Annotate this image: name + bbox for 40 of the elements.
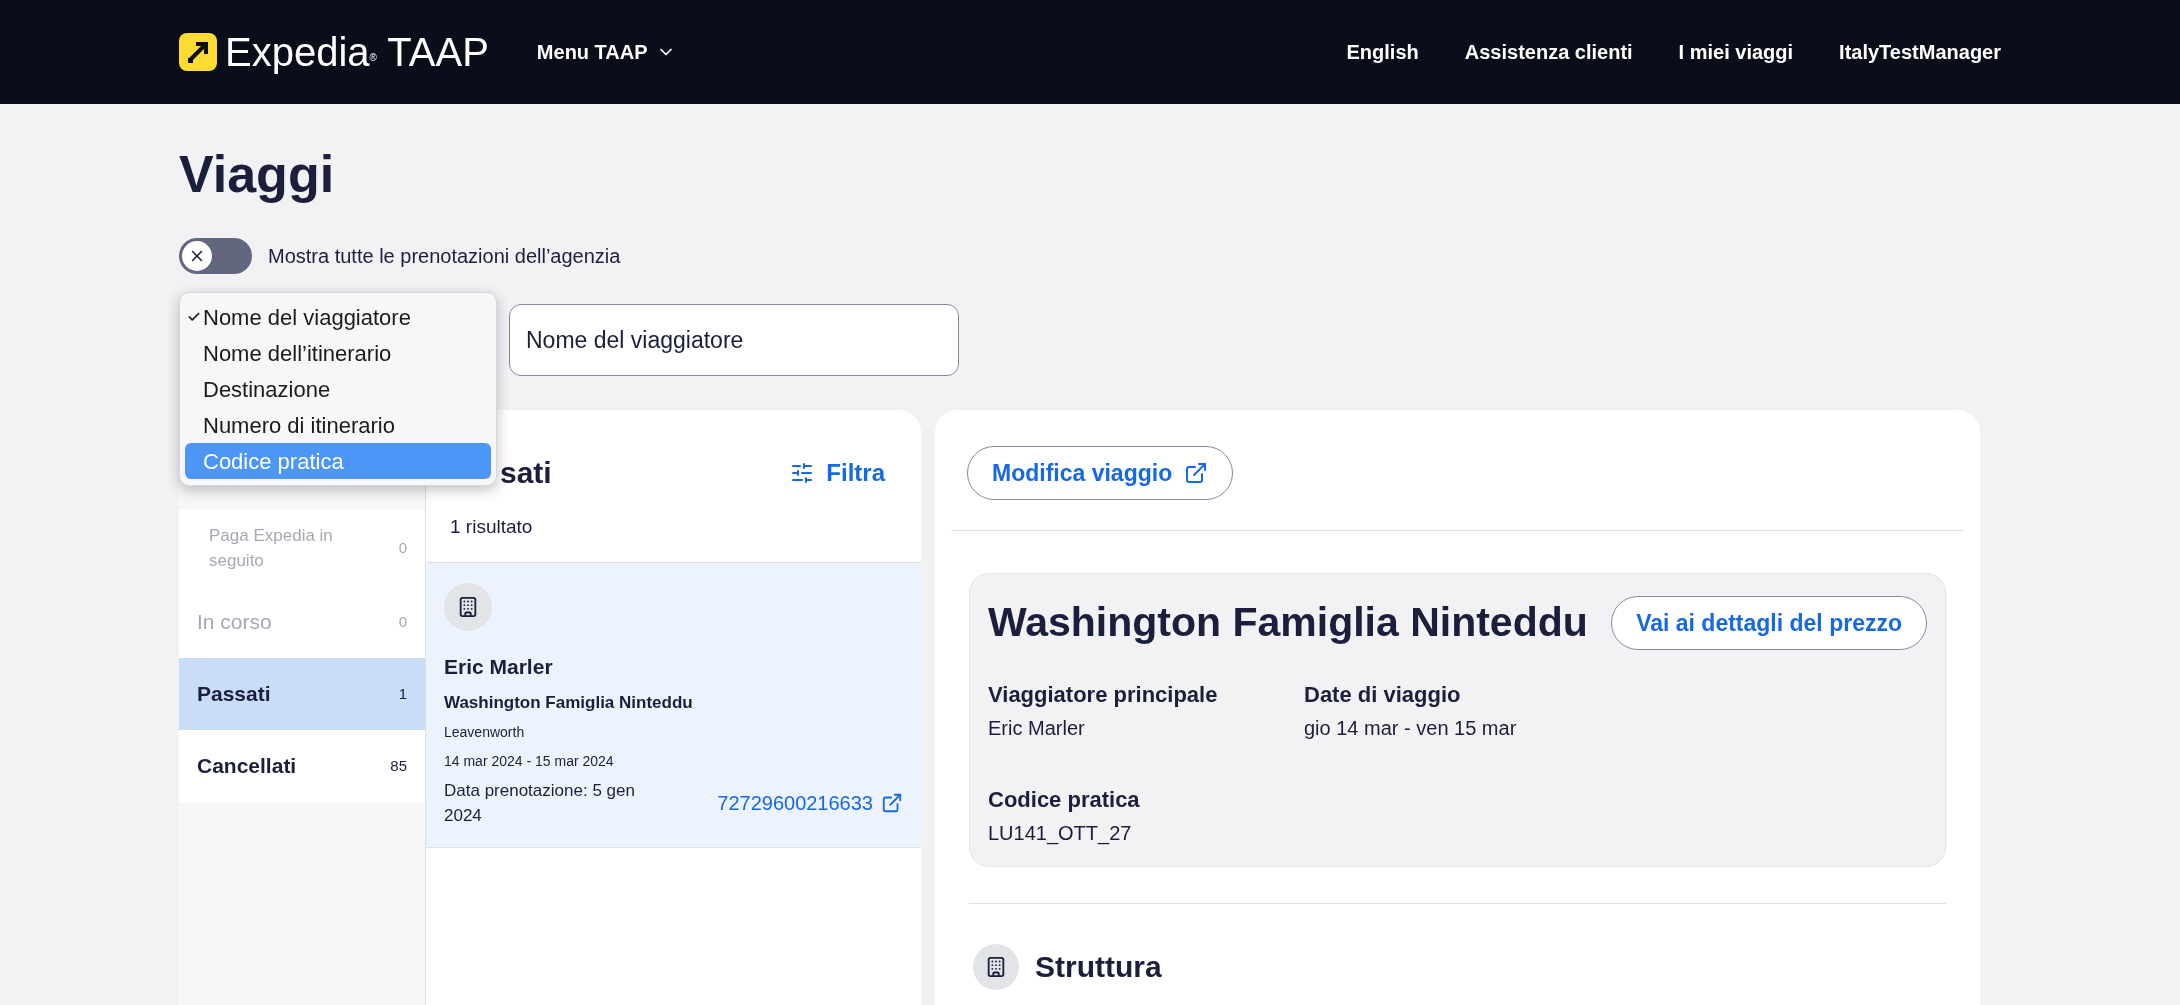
field-label: Date di viaggio [1304,680,1462,709]
external-link-icon [881,792,903,814]
nav-link[interactable]: Assistenza clienti [1464,37,1633,67]
agency-toggle[interactable] [179,238,252,274]
hotel-icon [973,943,1019,990]
nav-link[interactable]: I miei viaggi [1678,37,1794,67]
results-heading: sati [499,455,552,491]
menu-option[interactable]: Nome dell’itinerario [185,335,491,371]
sidebar-item[interactable]: Cancellati 85 [179,730,425,802]
trip-card[interactable]: Eric Marler Washington Famiglia Ninteddu Leavenworth 14 mar 2024 - 15 mar 2024 Data prenotazione: 5 gen 2024 72729600216633 [426,562,921,848]
booking-date: Data prenotazione: 5 gen 2024 [444,779,636,827]
menu-option[interactable]: Numero di itinerario [185,407,491,443]
toggle-label: Mostra tutte le prenotazioni dell’agenzia [268,244,621,269]
destination-text: Leavenworth [444,722,526,742]
field-label: Viaggiatore principale [988,680,1219,709]
search-field[interactable]: Nome del viaggiatore [509,304,959,376]
nav-link[interactable]: English [1346,37,1419,67]
hotel-icon [444,582,492,631]
trip-dates: 14 mar 2024 - 15 mar 2024 [444,751,615,771]
price-details-button[interactable]: Vai ai dettagli del prezzo [1611,595,1927,650]
logo-icon [179,33,217,71]
field-value: Eric Marler [988,715,1086,741]
check-icon [187,310,201,324]
field-label: Codice pratica [988,785,1141,814]
itinerary-link[interactable]: 72729600216633 [717,788,903,818]
section-title: Struttura [1035,949,1162,985]
sliders-icon [790,460,815,485]
menu-dropdown[interactable]: Menu TAAP [536,37,676,67]
traveler-name: Eric Marler [444,653,554,680]
field-value: LU141_OTT_27 [988,820,1133,847]
menu-option[interactable]: Nome del viaggiatore [185,299,491,335]
filter-button[interactable]: Filtra [790,454,885,491]
nav-link[interactable]: ItalyTestManager [1839,37,2001,67]
external-link-icon [1184,461,1209,485]
field-value: gio 14 mar - ven 15 mar [1304,715,1518,741]
results-count: 1 risultato [449,515,534,539]
sidebar-item[interactable]: Passati 1 [179,658,425,730]
trip-title: Washington Famiglia Ninteddu [988,598,1588,647]
menu-option[interactable]: Destinazione [185,371,491,407]
itinerary-name: Washington Famiglia Ninteddu [444,692,694,714]
